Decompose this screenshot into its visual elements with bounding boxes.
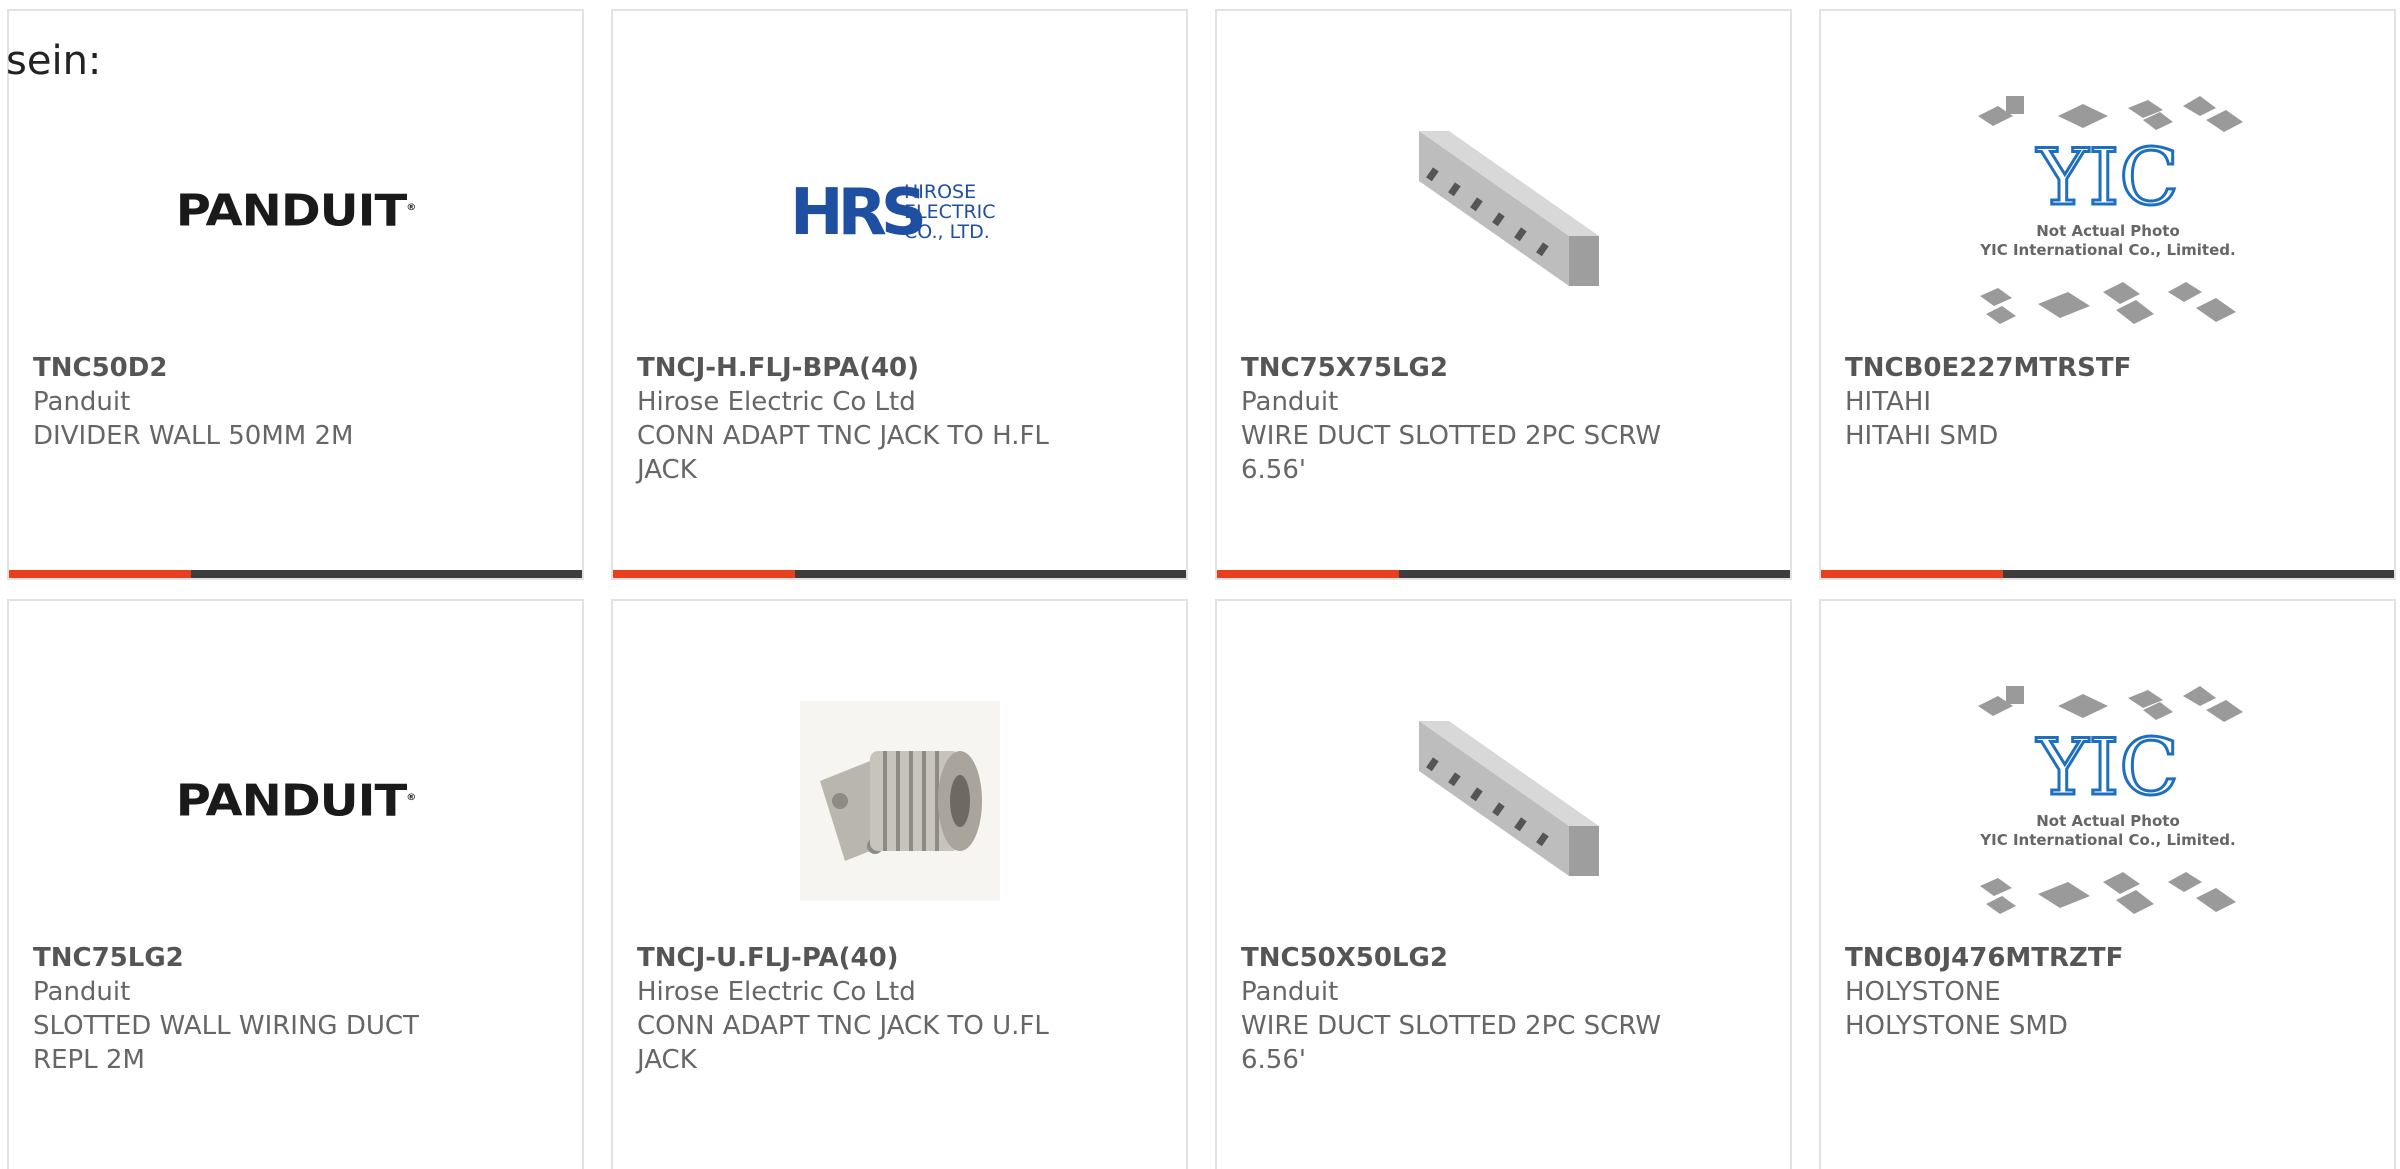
wire-duct-image bbox=[1418, 721, 1599, 876]
product-card[interactable]: YIC Not Actual Photo YIC International C… bbox=[1819, 9, 2396, 580]
manufacturer: Panduit bbox=[1241, 977, 1339, 1007]
part-number[interactable]: TNCB0J476MTRZTF bbox=[1845, 941, 2275, 975]
product-image bbox=[613, 661, 1186, 941]
product-image: PANDUIT® bbox=[9, 661, 582, 941]
product-image: PANDUIT® bbox=[9, 71, 582, 351]
product-card[interactable]: TNC50X50LG2 Panduit WIRE DUCT SLOTTED 2P… bbox=[1215, 599, 1792, 1169]
product-card[interactable]: PANDUIT® TNC75LG2 Panduit SLOTTED WALL W… bbox=[7, 599, 584, 1169]
product-card[interactable]: YIC Not Actual Photo YIC International C… bbox=[1819, 599, 2396, 1169]
part-number[interactable]: TNCJ-U.FLJ-PA(40) bbox=[637, 941, 1067, 975]
part-number[interactable]: TNC75X75LG2 bbox=[1241, 351, 1671, 385]
panduit-logo: PANDUIT® bbox=[175, 775, 417, 827]
card-footer-bar bbox=[1821, 570, 2394, 578]
svg-text:YIC International Co., Limited: YIC International Co., Limited. bbox=[1979, 241, 2235, 259]
description: WIRE DUCT SLOTTED 2PC SCRW 6.56' bbox=[1241, 1011, 1662, 1075]
svg-text:ELECTRIC: ELECTRIC bbox=[904, 201, 996, 223]
svg-text:CO., LTD.: CO., LTD. bbox=[904, 221, 990, 243]
yic-placeholder-image: YIC Not Actual Photo YIC International C… bbox=[1977, 96, 2243, 324]
part-number[interactable]: TNC50D2 bbox=[33, 351, 463, 385]
hirose-logo: HRS HIROSE ELECTRIC CO., LTD. bbox=[790, 176, 996, 246]
product-card[interactable]: TNCJ-U.FLJ-PA(40) Hirose Electric Co Ltd… bbox=[611, 599, 1188, 1169]
svg-text:YIC: YIC bbox=[2036, 723, 2179, 813]
svg-text:HIROSE: HIROSE bbox=[904, 181, 976, 203]
description: DIVIDER WALL 50MM 2M bbox=[33, 421, 354, 451]
wire-duct-image bbox=[1418, 131, 1599, 286]
panduit-logo: PANDUIT® bbox=[175, 185, 417, 237]
manufacturer: Panduit bbox=[1241, 387, 1339, 417]
manufacturer: Hirose Electric Co Ltd bbox=[637, 977, 916, 1007]
svg-text:Not Actual Photo: Not Actual Photo bbox=[2036, 222, 2180, 240]
product-image bbox=[1217, 71, 1790, 351]
part-number[interactable]: TNC50X50LG2 bbox=[1241, 941, 1671, 975]
manufacturer: HOLYSTONE bbox=[1845, 977, 2001, 1007]
product-card[interactable]: PANDUIT® TNC50D2 Panduit DIVIDER WALL 50… bbox=[7, 9, 584, 580]
part-number[interactable]: TNC75LG2 bbox=[33, 941, 463, 975]
card-footer-bar bbox=[9, 570, 582, 578]
yic-placeholder-image: YIC Not Actual Photo YIC International C… bbox=[1977, 686, 2243, 914]
manufacturer: Panduit bbox=[33, 977, 131, 1007]
product-image: YIC Not Actual Photo YIC International C… bbox=[1821, 661, 2394, 941]
card-footer-bar bbox=[613, 570, 1186, 578]
part-number[interactable]: TNCB0E227MTRSTF bbox=[1845, 351, 2275, 385]
product-image: HRS HIROSE ELECTRIC CO., LTD. bbox=[613, 71, 1186, 351]
leftover-text: sein: bbox=[6, 38, 102, 84]
card-footer-bar bbox=[1217, 570, 1790, 578]
svg-text:YIC: YIC bbox=[2036, 133, 2179, 223]
product-card[interactable]: HRS HIROSE ELECTRIC CO., LTD. TNCJ-H.FLJ… bbox=[611, 9, 1188, 580]
product-image bbox=[1217, 661, 1790, 941]
product-image: YIC Not Actual Photo YIC International C… bbox=[1821, 71, 2394, 351]
manufacturer: Panduit bbox=[33, 387, 131, 417]
svg-text:YIC International Co., Limited: YIC International Co., Limited. bbox=[1979, 831, 2235, 849]
svg-text:Not Actual Photo: Not Actual Photo bbox=[2036, 812, 2180, 830]
tnc-connector-image bbox=[799, 701, 1000, 901]
description: SLOTTED WALL WIRING DUCT REPL 2M bbox=[33, 1011, 419, 1075]
description: CONN ADAPT TNC JACK TO H.FL JACK bbox=[637, 421, 1049, 485]
description: WIRE DUCT SLOTTED 2PC SCRW 6.56' bbox=[1241, 421, 1662, 485]
description: HOLYSTONE SMD bbox=[1845, 1011, 2068, 1041]
part-number[interactable]: TNCJ-H.FLJ-BPA(40) bbox=[637, 351, 1067, 385]
description: CONN ADAPT TNC JACK TO U.FL JACK bbox=[637, 1011, 1049, 1075]
svg-text:HRS: HRS bbox=[790, 176, 923, 246]
manufacturer: Hirose Electric Co Ltd bbox=[637, 387, 916, 417]
product-card[interactable]: TNC75X75LG2 Panduit WIRE DUCT SLOTTED 2P… bbox=[1215, 9, 1792, 580]
manufacturer: HITAHI bbox=[1845, 387, 1932, 417]
product-grid: sein: PANDUIT® TNC50D2 Panduit DIVIDER W… bbox=[0, 0, 2400, 1169]
description: HITAHI SMD bbox=[1845, 421, 1999, 451]
